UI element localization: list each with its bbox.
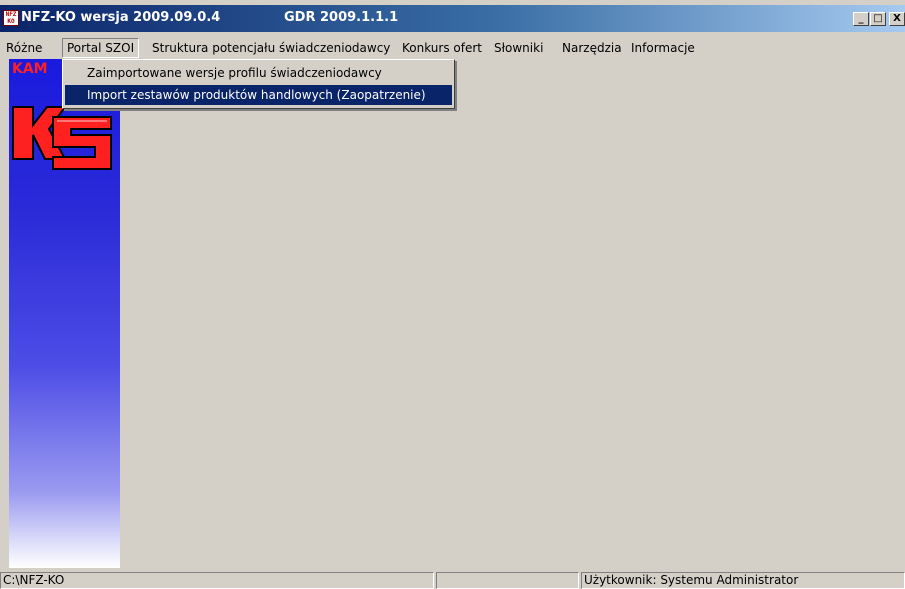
status-user: Użytkownik: Systemu Administrator <box>581 572 905 589</box>
menu-informacje[interactable]: Informacje <box>631 39 695 57</box>
gdr-version: GDR 2009.1.1.1 <box>284 10 399 25</box>
maximize-button[interactable]: □ <box>870 12 886 26</box>
banner-text: KAM <box>12 61 48 77</box>
status-path: C:\NFZ-KO <box>0 572 434 589</box>
status-panel-empty <box>436 572 579 589</box>
menu-portal-szoi[interactable]: Portal SZOI <box>62 38 140 58</box>
menu-slowniki[interactable]: Słowniki <box>494 39 543 57</box>
ks-banner: KAM <box>9 59 120 568</box>
portal-szoi-dropdown: Zaimportowane wersje profilu świadczenio… <box>62 59 455 109</box>
minimize-icon: _ <box>858 13 864 24</box>
close-icon: X <box>893 13 901 24</box>
menu-konkurs-ofert[interactable]: Konkurs ofert <box>402 39 482 57</box>
status-bar: C:\NFZ-KO Użytkownik: Systemu Administra… <box>0 570 905 589</box>
maximize-icon: □ <box>873 13 883 24</box>
app-icon[interactable]: NFZ KO <box>3 10 19 26</box>
minimize-button[interactable]: _ <box>853 12 869 26</box>
menu-narzedzia[interactable]: Narzędzia <box>562 39 622 57</box>
menu-option-zaimportowane-wersje[interactable]: Zaimportowane wersje profilu świadczenio… <box>65 63 452 83</box>
window-title: NFZ-KO wersja 2009.09.0.4 <box>21 10 221 25</box>
menu-rozne[interactable]: Różne <box>6 39 42 57</box>
menu-option-import-zestawow[interactable]: Import zestawów produktów handlowych (Za… <box>65 85 452 105</box>
menu-bar: Różne Portal SZOI Struktura potencjału ś… <box>0 36 905 58</box>
application-window: NFZ KO NFZ-KO wersja 2009.09.0.4 GDR 200… <box>0 0 905 589</box>
menu-struktura[interactable]: Struktura potencjału świadczeniodawcy <box>152 39 390 57</box>
app-icon-label: NFZ KO <box>5 11 17 25</box>
close-button[interactable]: X <box>889 12 905 26</box>
title-bar[interactable]: NFZ KO NFZ-KO wersja 2009.09.0.4 GDR 200… <box>0 5 905 32</box>
